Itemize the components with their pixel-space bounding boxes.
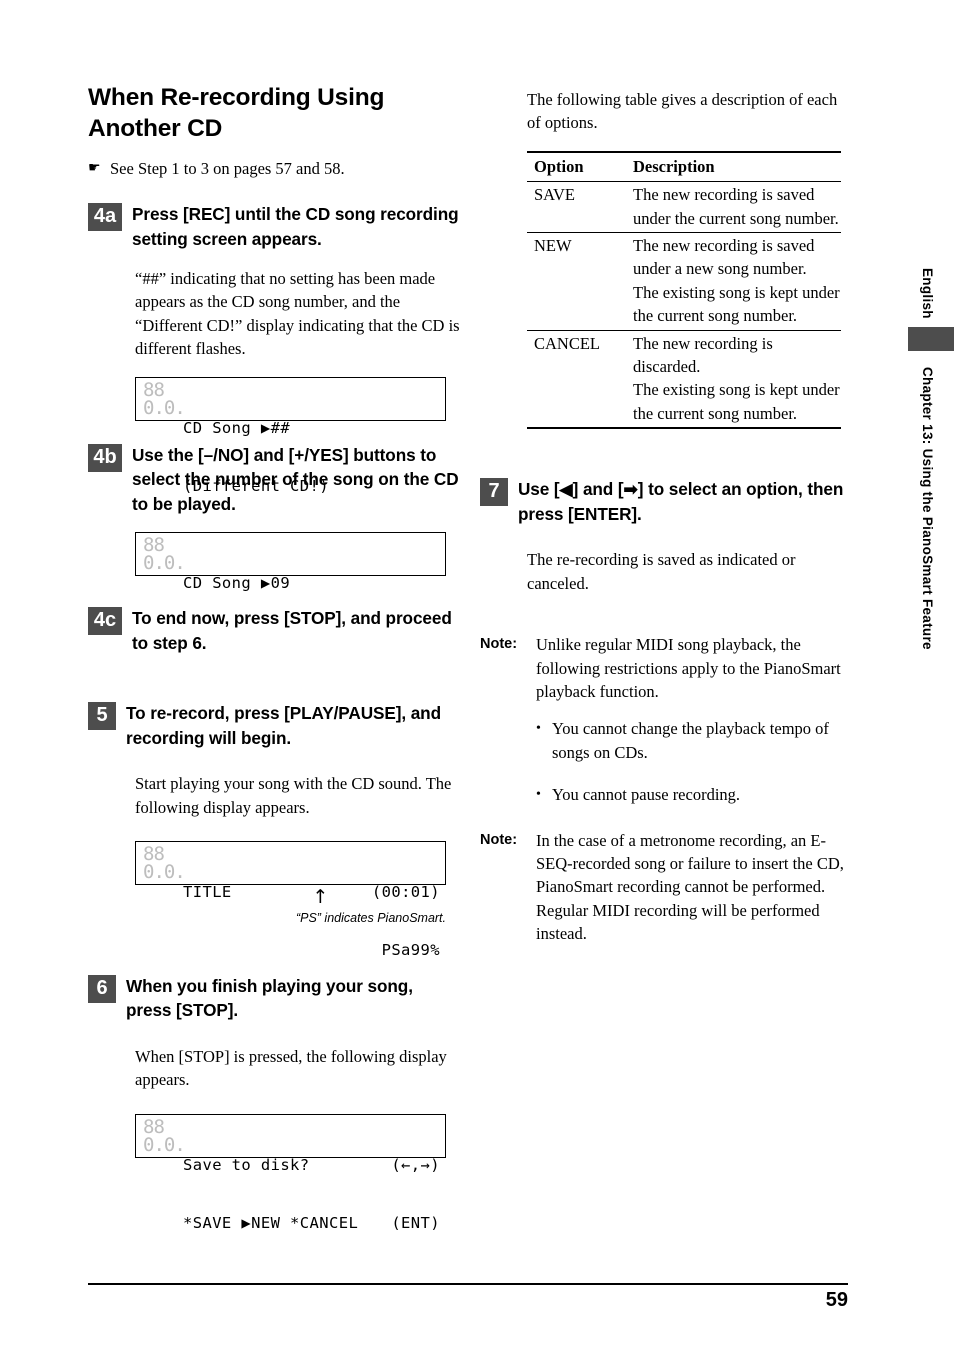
right-margin-rail: English Chapter 13: Using the PianoSmart…	[894, 0, 954, 1351]
lcd-display-5: 88 0.0. TITLE (00:01) PSa99%	[135, 840, 446, 960]
lcd-row-1-right: (←,→)	[391, 1155, 440, 1174]
lcd-row-1: CD Song ▶##	[183, 419, 440, 439]
table-cell-description: The new recording is saved under a new s…	[633, 236, 840, 326]
step-7: 7 Use [◀] and [➡] to select an option, t…	[480, 477, 845, 526]
right-column: The following table gives a description …	[480, 88, 845, 946]
chapter-tab-marker	[908, 327, 954, 351]
table-header-option: Option	[534, 156, 584, 176]
note-1-bullet-list: • You cannot change the playback tempo o…	[536, 717, 845, 806]
note-2-label: Note:	[480, 831, 518, 848]
chapter-label: Chapter 13: Using the PianoSmart Feature	[920, 367, 935, 650]
table-row: SAVE The new recording is saved under th…	[527, 181, 841, 233]
step-badge-7: 7	[480, 478, 508, 507]
footer-divider	[88, 1283, 848, 1286]
step-4a-body: “##” indicating that no setting has been…	[135, 269, 460, 359]
bullet-dot-icon: •	[536, 787, 541, 803]
page-number: 59	[825, 1289, 848, 1311]
note-1: Note: Unlike regular MIDI song playback,…	[480, 633, 845, 703]
note-2-body: In the case of a metronome recording, an…	[536, 830, 844, 944]
table-cell-option: NEW	[534, 236, 572, 256]
lcd-segment-upper: 88	[143, 378, 165, 401]
lcd-display-6: 88 0.0. Save to disk? (←,→) *SAVE ▶NEW *…	[135, 1113, 446, 1233]
step-5-body: Start playing your song with the CD soun…	[135, 774, 452, 817]
lcd-rows-4b: CD Song ▶09	[183, 535, 440, 592]
lcd-row-2: (Different CD!)	[183, 477, 440, 497]
step-badge-4c: 4c	[88, 607, 122, 636]
lcd-row-1-left: CD Song ▶##	[183, 418, 291, 437]
table-cell-option: SAVE	[534, 185, 575, 205]
lcd-segment-lower: 0.0.	[143, 860, 186, 883]
lcd-segment-digits-6: 88 0.0.	[143, 1117, 186, 1156]
step-badge-4b: 4b	[88, 443, 122, 472]
table-cell-description: The new recording is saved under the cur…	[633, 185, 839, 228]
step-7-body: The re-recording is saved as indicated o…	[527, 550, 796, 593]
lcd-row-1: CD Song ▶09	[183, 574, 440, 594]
lcd-display-4b: 88 0.0. CD Song ▶09	[135, 532, 446, 592]
lcd-segment-lower: 0.0.	[143, 396, 186, 419]
table-row: CANCEL The new recording is discarded. T…	[527, 330, 841, 429]
option-description-table: Option Description SAVE The new recordin…	[527, 151, 841, 429]
left-column: When Re-recording Using Another CD ☛ See…	[88, 82, 460, 1233]
lcd-row-1: Save to disk? (←,→)	[183, 1156, 440, 1176]
callout-arrow-icon: ↑	[312, 885, 329, 908]
step-5: 5 To re-record, press [PLAY/PAUSE], and …	[88, 701, 460, 750]
lcd-rows-6: Save to disk? (←,→) *SAVE ▶NEW *CANCEL (…	[183, 1117, 440, 1233]
page-title: When Re-recording Using Another CD	[88, 84, 385, 142]
lcd-segment-digits-4a: 88 0.0.	[143, 378, 186, 419]
table-header-description: Description	[633, 156, 715, 176]
step-7-instruction: Use [◀] and [➡] to select an option, the…	[518, 479, 844, 524]
pointing-hand-icon: ☛	[88, 161, 101, 176]
lcd-row-1-left: CD Song ▶09	[183, 574, 291, 593]
bullet-dot-icon: •	[536, 721, 541, 737]
manual-page: When Re-recording Using Another CD ☛ See…	[0, 0, 954, 1351]
lcd-segment-digits-4b: 88 0.0.	[143, 536, 186, 575]
list-item: • You cannot change the playback tempo o…	[536, 717, 845, 764]
see-step-text: See Step 1 to 3 on pages 57 and 58.	[110, 159, 345, 178]
lcd-row-2-right: (ENT)	[391, 1214, 440, 1233]
table-row: NEW The new recording is saved under a n…	[527, 232, 841, 331]
note-1-label: Note:	[480, 636, 518, 653]
table-cell-description: The new recording is discarded. The exis…	[633, 333, 840, 423]
list-item: • You cannot pause recording.	[536, 783, 845, 806]
step-5-instruction: To re-record, press [PLAY/PAUSE], and re…	[126, 703, 441, 748]
bullet-text: You cannot change the playback tempo of …	[552, 719, 829, 762]
lcd-row-2: *SAVE ▶NEW *CANCEL (ENT)	[183, 1214, 440, 1234]
step-4a: 4a Press [REC] until the CD song recordi…	[88, 202, 460, 251]
lcd-segment-lower: 0.0.	[143, 1133, 186, 1156]
language-label: English	[920, 268, 935, 319]
lcd-segment-lower: 0.0.	[143, 552, 186, 575]
step-6-body: When [STOP] is pressed, the following di…	[135, 1046, 447, 1090]
lcd-display-4a: 88 0.0. CD Song ▶## (Different CD!)	[135, 376, 446, 496]
lcd-segment-digits-5: 88 0.0.	[143, 844, 186, 883]
lcd-row-2-right: PSa99%	[381, 941, 440, 960]
note-2: Note: In the case of a metronome recordi…	[480, 829, 845, 946]
step-4a-instruction: Press [REC] until the CD song recording …	[132, 204, 459, 249]
lcd-row-2: PSa99%	[183, 941, 440, 961]
lcd-row-2-left: (Different CD!)	[183, 477, 329, 496]
note-1-body: Unlike regular MIDI song playback, the f…	[536, 635, 841, 701]
lcd-rows-4a: CD Song ▶## (Different CD!)	[183, 380, 440, 496]
table-header-row: Option Description	[527, 151, 841, 182]
bullet-text: You cannot pause recording.	[552, 785, 741, 805]
table-intro-text: The following table gives a description …	[527, 90, 838, 133]
lcd-rows-5: TITLE (00:01) PSa99%	[183, 844, 440, 960]
step-badge-4a: 4a	[88, 203, 122, 231]
table-cell-option: CANCEL	[534, 333, 600, 353]
step-badge-6: 6	[88, 974, 116, 1003]
step-badge-5: 5	[88, 702, 116, 731]
lcd-row-1-left: Save to disk?	[183, 1155, 310, 1174]
see-step-reference: ☛ See Step 1 to 3 on pages 57 and 58.	[88, 158, 460, 180]
lcd-row-2	[183, 633, 440, 653]
lcd-row-2-left: *SAVE ▶NEW *CANCEL	[183, 1214, 359, 1233]
